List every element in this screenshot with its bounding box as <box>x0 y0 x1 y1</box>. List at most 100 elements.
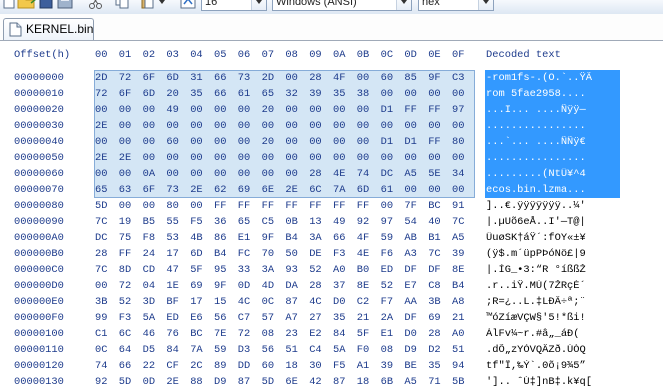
hex-byte[interactable]: 51 <box>452 344 469 356</box>
hex-byte[interactable]: 0B <box>285 216 302 228</box>
hex-byte[interactable]: E2 <box>309 328 326 340</box>
hex-byte[interactable]: 28 <box>95 248 112 260</box>
hex-byte[interactable]: 00 <box>357 152 374 164</box>
hex-byte[interactable]: 2E <box>119 152 136 164</box>
hex-byte[interactable]: 60 <box>166 136 183 148</box>
hex-byte[interactable]: FF <box>309 200 326 212</box>
hex-byte[interactable]: 7C <box>95 264 112 276</box>
hex-byte[interactable]: C1 <box>95 328 112 340</box>
hex-byte[interactable]: 7C <box>95 216 112 228</box>
hex-byte[interactable]: 28 <box>428 328 445 340</box>
hex-byte[interactable]: 5D <box>119 376 136 388</box>
hex-byte[interactable]: 00 <box>238 136 255 148</box>
hex-byte[interactable]: 69 <box>238 184 255 196</box>
hex-byte[interactable]: 00 <box>166 152 183 164</box>
hex-byte[interactable]: 00 <box>190 152 207 164</box>
hex-byte[interactable]: BE <box>404 360 421 372</box>
new-file-icon[interactable] <box>2 0 16 10</box>
hex-byte[interactable]: 7A <box>333 184 350 196</box>
hex-byte[interactable]: B4 <box>452 280 469 292</box>
hex-byte[interactable]: 6F <box>143 184 160 196</box>
hex-byte[interactable]: 00 <box>452 184 469 196</box>
hex-byte[interactable]: 75 <box>119 232 136 244</box>
hex-byte[interactable]: 0C <box>95 344 112 356</box>
hex-byte[interactable]: 20 <box>262 104 279 116</box>
hex-byte[interactable]: 13 <box>309 216 326 228</box>
hex-byte[interactable]: B1 <box>428 232 445 244</box>
hex-byte[interactable]: 3D <box>143 296 160 308</box>
hex-byte[interactable]: 39 <box>381 360 398 372</box>
hex-byte[interactable]: 99 <box>95 312 112 324</box>
hex-byte[interactable]: 00 <box>381 152 398 164</box>
hex-byte[interactable]: 00 <box>95 280 112 292</box>
hex-byte[interactable]: 49 <box>333 216 350 228</box>
hex-byte[interactable]: 55 <box>166 216 183 228</box>
hex-byte[interactable]: 72 <box>119 280 136 292</box>
hex-byte[interactable]: 4C <box>309 296 326 308</box>
decoded-text[interactable]: ™óZíæVÇW§'5!*ßi! <box>486 312 621 324</box>
hex-byte[interactable]: CF <box>166 360 183 372</box>
hex-byte[interactable]: 27 <box>309 312 326 324</box>
hex-byte[interactable]: 94 <box>452 360 469 372</box>
tab-kernel-bin[interactable]: KERNEL.bin <box>3 18 94 40</box>
hex-byte[interactable]: 80 <box>166 200 183 212</box>
hex-byte[interactable]: BC <box>190 328 207 340</box>
hex-byte[interactable]: DC <box>95 232 112 244</box>
hex-byte[interactable]: 80 <box>452 136 469 148</box>
hex-byte[interactable]: DA <box>285 280 302 292</box>
hex-byte[interactable]: 2E <box>95 152 112 164</box>
decoded-text[interactable]: .r..iŸ.MÚ(7ŽRçÈ´ <box>486 280 621 292</box>
decoded-text[interactable]: rom 5fae2958.... <box>486 88 621 100</box>
hex-byte[interactable]: 34 <box>452 168 469 180</box>
hex-byte[interactable]: 53 <box>166 232 183 244</box>
hex-byte[interactable]: 23 <box>285 328 302 340</box>
hex-byte[interactable]: 00 <box>143 200 160 212</box>
hex-byte[interactable]: 51 <box>285 344 302 356</box>
hex-byte[interactable]: 47 <box>166 264 183 276</box>
hex-byte[interactable]: 00 <box>428 88 445 100</box>
hex-byte[interactable]: 00 <box>119 136 136 148</box>
hex-byte[interactable]: A7 <box>285 312 302 324</box>
hex-byte[interactable]: 00 <box>214 104 231 116</box>
hex-byte[interactable]: 00 <box>190 168 207 180</box>
hex-byte[interactable]: 00 <box>143 136 160 148</box>
hex-byte[interactable]: 8D <box>119 264 136 276</box>
hex-byte[interactable]: F5 <box>333 360 350 372</box>
decoded-text[interactable]: ;R=¿..L.‡LÐÂ÷ª;¨ <box>486 296 621 308</box>
hex-byte[interactable]: A5 <box>404 376 421 388</box>
hex-byte[interactable]: 9F <box>428 72 445 84</box>
hex-byte[interactable]: 5D <box>262 376 279 388</box>
hex-byte[interactable]: ED <box>381 264 398 276</box>
hex-byte[interactable]: A8 <box>452 296 469 308</box>
hex-byte[interactable]: 00 <box>190 200 207 212</box>
decoded-text[interactable]: .........(NtÜ¥^4 <box>486 168 621 180</box>
hex-byte[interactable]: 00 <box>95 168 112 180</box>
hex-byte[interactable]: D1 <box>404 136 421 148</box>
hex-byte[interactable]: 35 <box>428 360 445 372</box>
hex-byte[interactable]: 71 <box>428 376 445 388</box>
paste-icon[interactable] <box>140 0 156 10</box>
hex-byte[interactable]: FF <box>214 200 231 212</box>
hex-byte[interactable]: 08 <box>262 328 279 340</box>
hex-byte[interactable]: A0 <box>333 264 350 276</box>
hex-byte[interactable]: 5F <box>190 264 207 276</box>
decoded-text[interactable]: ÁlFv¼~r.#â„_áÐ( <box>486 328 621 340</box>
hex-byte[interactable]: 00 <box>119 200 136 212</box>
hex-byte[interactable]: DC <box>381 168 398 180</box>
hex-byte[interactable]: 00 <box>309 120 326 132</box>
hex-byte[interactable]: 00 <box>357 72 374 84</box>
decoded-text[interactable]: ................ <box>486 120 621 132</box>
decoded-text[interactable]: -rom1fs-.(O.`..ŸÃ <box>486 72 621 84</box>
hex-byte[interactable]: D5 <box>143 344 160 356</box>
hex-byte[interactable]: 00 <box>119 120 136 132</box>
hex-byte[interactable]: 00 <box>404 184 421 196</box>
hex-byte[interactable]: 00 <box>190 136 207 148</box>
hex-byte[interactable]: B4 <box>214 248 231 260</box>
hex-byte[interactable]: 00 <box>452 88 469 100</box>
hex-byte[interactable]: DF <box>404 264 421 276</box>
decoded-text[interactable]: |.ÍG_•3:“R °íßßŽ <box>486 264 621 276</box>
hex-byte[interactable]: F3 <box>333 248 350 260</box>
hex-byte[interactable]: 60 <box>381 72 398 84</box>
hex-byte[interactable]: DE <box>309 248 326 260</box>
hex-byte[interactable]: 17 <box>190 296 207 308</box>
